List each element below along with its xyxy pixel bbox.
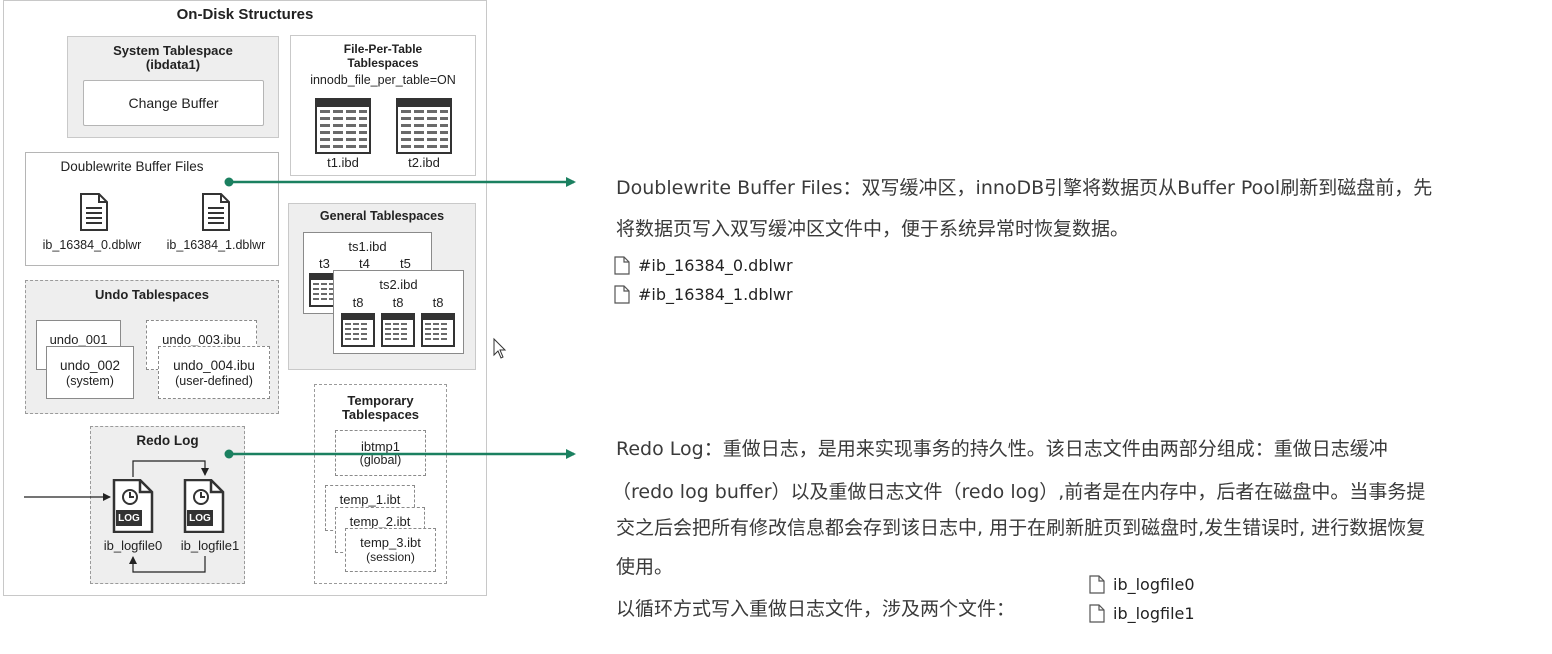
redo-note-line2: （redo log buffer）以及重做日志文件（redo log）,前者是在… [612,481,1426,503]
redo-note-line4: 使用。 [616,556,674,578]
file-icon [1089,604,1105,623]
doublewrite-note-line2: 将数据页写入双写缓冲区文件中，便于系统异常时恢复数据。 [616,218,1130,240]
doublewrite-note-file1: #ib_16384_0.dblwr [638,256,793,275]
redo-note-file2: ib_logfile1 [1113,604,1195,623]
redo-note-file1: ib_logfile0 [1113,575,1195,594]
doublewrite-note-file2: #ib_16384_1.dblwr [638,285,793,304]
redo-cycle-arrows [129,460,209,573]
redo-note-line5: 以循环方式写入重做日志文件，涉及两个文件： [616,598,1016,620]
file-icon [1089,575,1105,594]
file-icon [614,285,630,304]
redo-note-line3: 交之后会把所有修改信息都会存到该日志中, 用于在刷新脏页到磁盘时,发生错误时, … [616,517,1426,539]
doublewrite-connector [224,177,576,187]
redo-note-line1: Redo Log：重做日志，是用来实现事务的持久性。该日志文件由两部分组成：重做… [616,438,1388,460]
redo-connector [224,449,576,459]
cursor-pointer-icon [493,337,507,359]
connector-lines [24,177,576,573]
file-icon [614,256,630,275]
doublewrite-note-line1: Doublewrite Buffer Files：双写缓冲区，innoDB引擎将… [616,177,1433,199]
